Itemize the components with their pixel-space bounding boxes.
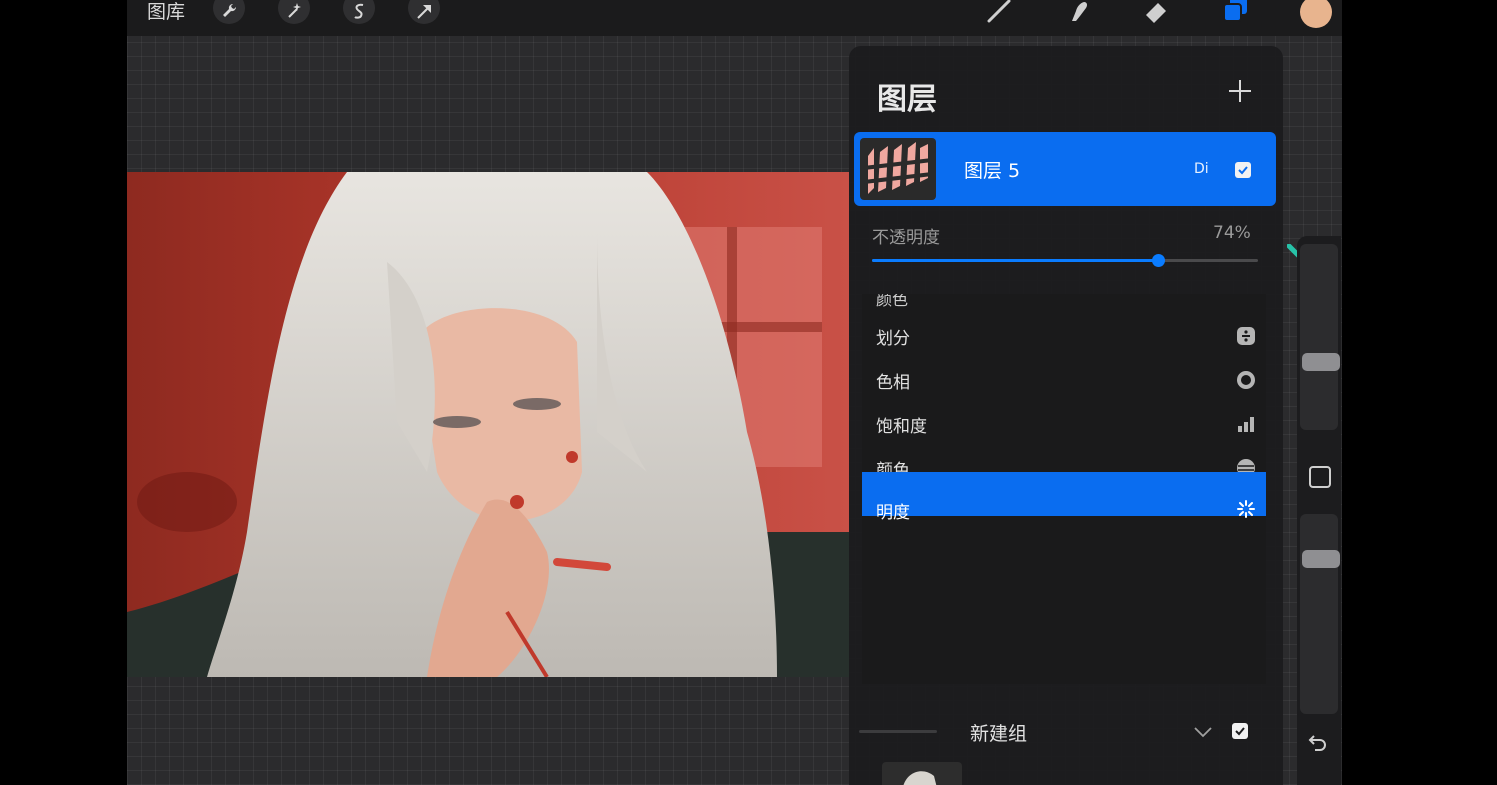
saturation-icon bbox=[1236, 414, 1256, 434]
wrench-icon[interactable] bbox=[213, 0, 245, 24]
undo-icon[interactable] bbox=[1307, 731, 1329, 753]
eyedropper-square-icon[interactable] bbox=[1309, 466, 1331, 488]
blend-mode-cut-off-item[interactable]: 颜色 bbox=[876, 294, 908, 310]
luminosity-icon bbox=[1236, 499, 1256, 519]
transform-arrow-icon[interactable] bbox=[408, 0, 440, 24]
opacity-label: 不透明度 bbox=[872, 228, 940, 248]
layer-visibility-checkbox[interactable] bbox=[1235, 162, 1251, 178]
layer-group-row[interactable]: 新建组 bbox=[849, 710, 1283, 754]
side-toolbar bbox=[1297, 236, 1341, 785]
canvas-artwork[interactable] bbox=[127, 172, 849, 677]
opacity-slider-knob[interactable] bbox=[1151, 254, 1165, 267]
procreate-app: 图库 图层 图层 5 Di 不透明度 74% 颜色 划分 色相 饱和度 颜色 明… bbox=[127, 0, 1342, 785]
layer-thumbnail bbox=[860, 138, 936, 200]
blend-item-label: 色相 bbox=[876, 373, 910, 393]
next-layer-thumbnail[interactable] bbox=[882, 762, 962, 785]
opacity-value: 74% bbox=[1213, 223, 1251, 243]
blend-mode-list: 颜色 划分 色相 饱和度 颜色 明度 bbox=[862, 294, 1266, 684]
brush-icon[interactable] bbox=[985, 0, 1015, 26]
smudge-icon[interactable] bbox=[1064, 0, 1094, 26]
eraser-icon[interactable] bbox=[1142, 0, 1172, 26]
blend-item-saturation[interactable]: 饱和度 bbox=[862, 402, 1266, 446]
divide-icon bbox=[1236, 326, 1256, 346]
brush-opacity-slider[interactable] bbox=[1300, 514, 1340, 714]
panel-title: 图层 bbox=[877, 82, 937, 117]
blend-item-hue[interactable]: 色相 bbox=[862, 358, 1266, 402]
blend-item-label: 明度 bbox=[876, 503, 910, 523]
layer-name: 图层 5 bbox=[964, 160, 1021, 182]
blend-item-label: 划分 bbox=[876, 329, 910, 349]
brush-size-knob[interactable] bbox=[1302, 353, 1340, 371]
brush-size-slider[interactable] bbox=[1300, 244, 1340, 430]
layers-icon[interactable] bbox=[1221, 0, 1251, 26]
active-layer-row[interactable]: 图层 5 Di bbox=[854, 132, 1276, 206]
blend-item-divide[interactable]: 划分 bbox=[862, 314, 1266, 358]
group-thumbnail-line bbox=[859, 730, 937, 733]
selection-icon[interactable] bbox=[343, 0, 375, 24]
group-visibility-checkbox[interactable] bbox=[1232, 723, 1248, 739]
magic-wand-icon[interactable] bbox=[278, 0, 310, 24]
opacity-slider[interactable] bbox=[872, 254, 1258, 267]
plus-icon[interactable] bbox=[1225, 76, 1255, 106]
gallery-button[interactable]: 图库 bbox=[147, 0, 185, 24]
color-swatch[interactable] bbox=[1300, 0, 1332, 28]
layers-panel: 图层 图层 5 Di 不透明度 74% 颜色 划分 色相 饱和度 颜色 明度 新… bbox=[849, 46, 1283, 785]
chevron-down-icon[interactable] bbox=[1193, 724, 1213, 740]
brush-opacity-knob[interactable] bbox=[1302, 550, 1340, 568]
blend-mode-button[interactable]: Di bbox=[1194, 161, 1209, 177]
blend-item-label: 饱和度 bbox=[876, 417, 927, 437]
top-toolbar: 图库 bbox=[127, 0, 1342, 36]
hue-icon bbox=[1236, 370, 1256, 390]
opacity-slider-fill bbox=[872, 259, 1158, 262]
group-name: 新建组 bbox=[970, 723, 1028, 745]
blend-item-luminosity[interactable]: 明度 bbox=[862, 472, 1266, 523]
